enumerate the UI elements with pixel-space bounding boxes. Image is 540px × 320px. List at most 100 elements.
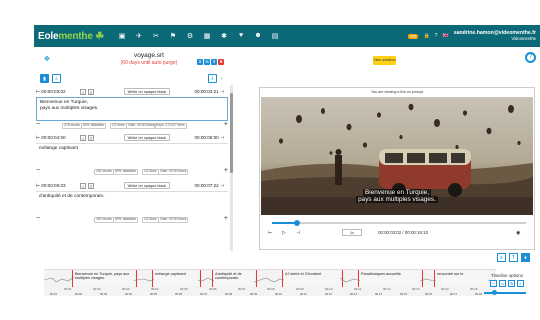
- timeline-axis-label: 00:02: [75, 292, 82, 296]
- lock-icon[interactable]: 🔒: [423, 33, 429, 39]
- play-icon[interactable]: ▷: [282, 230, 286, 236]
- timeline-axis-label: 00:13: [350, 292, 357, 296]
- timeline-block[interactable]: mélange captivant: [154, 271, 198, 286]
- timeline-block[interactable]: Paradisiaques accueille: [360, 271, 420, 286]
- block-start-marker[interactable]: [434, 270, 435, 287]
- italic-icon[interactable]: I: [80, 183, 86, 189]
- video-player: You are viewing a live on prompt Bienven…: [259, 87, 535, 250]
- add-block-icon[interactable]: +: [224, 167, 228, 174]
- timeline-block[interactable]: d'antiquité et de contemporain.: [214, 271, 254, 286]
- timeline[interactable]: Bienvenue en Turquie, pays aux multiples…: [44, 269, 496, 296]
- skip-end-icon[interactable]: ⊣: [296, 230, 300, 236]
- block-start-marker[interactable]: [282, 270, 283, 287]
- end-timecode[interactable]: 00:00:06:00 ⊣: [194, 135, 224, 141]
- timeline-zoom-slider[interactable]: [484, 290, 526, 295]
- add-block-icon[interactable]: +: [224, 121, 228, 128]
- align-icon[interactable]: ≡: [88, 135, 94, 141]
- subtitle-line: d'antiquité et de contemporain.: [39, 194, 105, 199]
- image-icon[interactable]: ▤: [271, 32, 279, 40]
- align-icon[interactable]: ≡: [88, 89, 94, 95]
- text-tool-icon[interactable]: T: [509, 253, 518, 262]
- block-start-marker[interactable]: [72, 270, 73, 287]
- meta-chip: Gain: 00:00 black: [158, 217, 189, 223]
- delete-icon[interactable]: ✖: [218, 59, 224, 65]
- toolbar-plus-icon[interactable]: +: [220, 76, 223, 82]
- user-menu[interactable]: sandrine.hamon@videomenthe.fr Videomenth…: [454, 30, 536, 42]
- language-flag[interactable]: 🇬🇧: [442, 33, 448, 39]
- help-icon[interactable]: ?: [525, 52, 536, 63]
- remove-block-icon[interactable]: −: [36, 215, 40, 222]
- zoom-out-icon[interactable]: −: [490, 280, 497, 287]
- fit-icon[interactable]: ▭: [499, 280, 506, 287]
- end-timecode[interactable]: 00:00:07:22 ⊣: [194, 183, 224, 189]
- block-end-marker[interactable]: [422, 270, 423, 287]
- table-icon[interactable]: ▦: [203, 32, 211, 40]
- italic-icon[interactable]: I: [80, 135, 86, 141]
- view-workflow-button[interactable]: View workflow: [373, 56, 396, 65]
- video-progress-bar[interactable]: [272, 220, 526, 226]
- subtitle-text[interactable]: mélange captivant: [36, 143, 228, 167]
- subtitle-text[interactable]: Bienvenue en Turquie, pays aux multiples…: [36, 97, 228, 121]
- video-camera-icon[interactable]: ▣: [118, 32, 126, 40]
- start-timecode[interactable]: ⊢ 00:00:06:03: [36, 183, 66, 189]
- timeline-axis: 00:01 00:02 00:03 00:04 00:05 00:06 00:07 00:08…: [44, 292, 496, 296]
- subtitle-block: ⊢ 00:00:06:03 I ≡ White on opaque black …: [36, 181, 228, 223]
- file-icon[interactable]: ▮: [40, 74, 49, 83]
- timeline-axis-label: 00:07: [200, 292, 207, 296]
- start-timecode[interactable]: ⊢ 00:00:04:00: [36, 135, 66, 141]
- block-end-marker[interactable]: [256, 270, 257, 287]
- add-block-icon[interactable]: +: [224, 215, 228, 222]
- share-icon[interactable]: ✉: [204, 59, 210, 65]
- speed-select[interactable]: 1x: [342, 229, 362, 236]
- app-logo[interactable]: Eolementhe ☘: [38, 31, 104, 42]
- block-start-marker[interactable]: [358, 270, 359, 287]
- timeline-block[interactable]: Bienvenue en Turquie, pays aux multiples…: [74, 271, 134, 286]
- subtitle-text[interactable]: d'antiquité et de contemporain.: [36, 191, 228, 215]
- block-start-marker[interactable]: [212, 270, 213, 287]
- start-timecode[interactable]: ⊢ 00:00:03:02: [36, 89, 66, 95]
- block-start-marker[interactable]: [152, 270, 153, 287]
- subtitle-tool-icon[interactable]: ≡: [497, 253, 506, 262]
- skip-start-icon[interactable]: ⊢: [268, 230, 272, 236]
- project-title: voyage.srt: [134, 52, 164, 59]
- timeline-block[interactable]: A l'orient et l'Occident: [284, 271, 340, 286]
- split-icon[interactable]: ⇅: [508, 280, 515, 287]
- editor-scrollbar-thumb[interactable]: [230, 93, 233, 173]
- block-end-marker[interactable]: [200, 270, 201, 287]
- zoom-in-icon[interactable]: +: [517, 280, 524, 287]
- record-tool-icon[interactable]: ●: [521, 253, 530, 262]
- meta-chip: Gain: 00:00 black: [158, 169, 189, 175]
- align-icon[interactable]: ≡: [88, 183, 94, 189]
- progress-knob[interactable]: [294, 220, 301, 226]
- gear-icon[interactable]: ⚙: [186, 32, 194, 40]
- plane-icon[interactable]: ✈: [135, 32, 143, 40]
- style-select[interactable]: White on opaque black: [124, 182, 170, 189]
- timeline-tick-label: 00:08: [267, 287, 275, 291]
- remove-block-icon[interactable]: −: [36, 167, 40, 174]
- style-select[interactable]: White on opaque black: [124, 88, 170, 95]
- users-icon[interactable]: ☻: [254, 32, 262, 40]
- timeline-tick-label: 00:05: [180, 287, 188, 291]
- timeline-axis-label: 00:09: [250, 292, 257, 296]
- help-circle-icon[interactable]: ?: [435, 33, 438, 39]
- timeline-zoom-knob[interactable]: [492, 290, 497, 295]
- italic-icon[interactable]: I: [80, 89, 86, 95]
- remove-block-icon[interactable]: −: [36, 121, 40, 128]
- settings-icon[interactable]: ✱: [220, 32, 228, 40]
- video-frame[interactable]: Bienvenue en Turquie, pays aux multiples…: [261, 97, 533, 215]
- style-select[interactable]: White on opaque black: [124, 134, 170, 141]
- export-icon[interactable]: ⇩: [208, 74, 217, 83]
- search-icon[interactable]: ⌕: [52, 74, 61, 83]
- end-timecode[interactable]: 00:00:03:21 ⊣: [194, 89, 224, 95]
- heart-icon[interactable]: ♥: [237, 32, 245, 40]
- logo-accent-text: menthe: [58, 30, 93, 42]
- flag-icon[interactable]: ⚑: [169, 32, 177, 40]
- timeline-tick-label: 00:13: [412, 287, 420, 291]
- upload-icon[interactable]: ⬆: [211, 59, 217, 65]
- block-end-marker[interactable]: [342, 270, 343, 287]
- download-icon[interactable]: ⬇: [197, 59, 203, 65]
- eye-icon[interactable]: ◉: [516, 230, 520, 236]
- block-end-marker[interactable]: [136, 270, 137, 287]
- scissors-icon[interactable]: ✂: [152, 32, 160, 40]
- lang-badge[interactable]: FR: [408, 33, 419, 39]
